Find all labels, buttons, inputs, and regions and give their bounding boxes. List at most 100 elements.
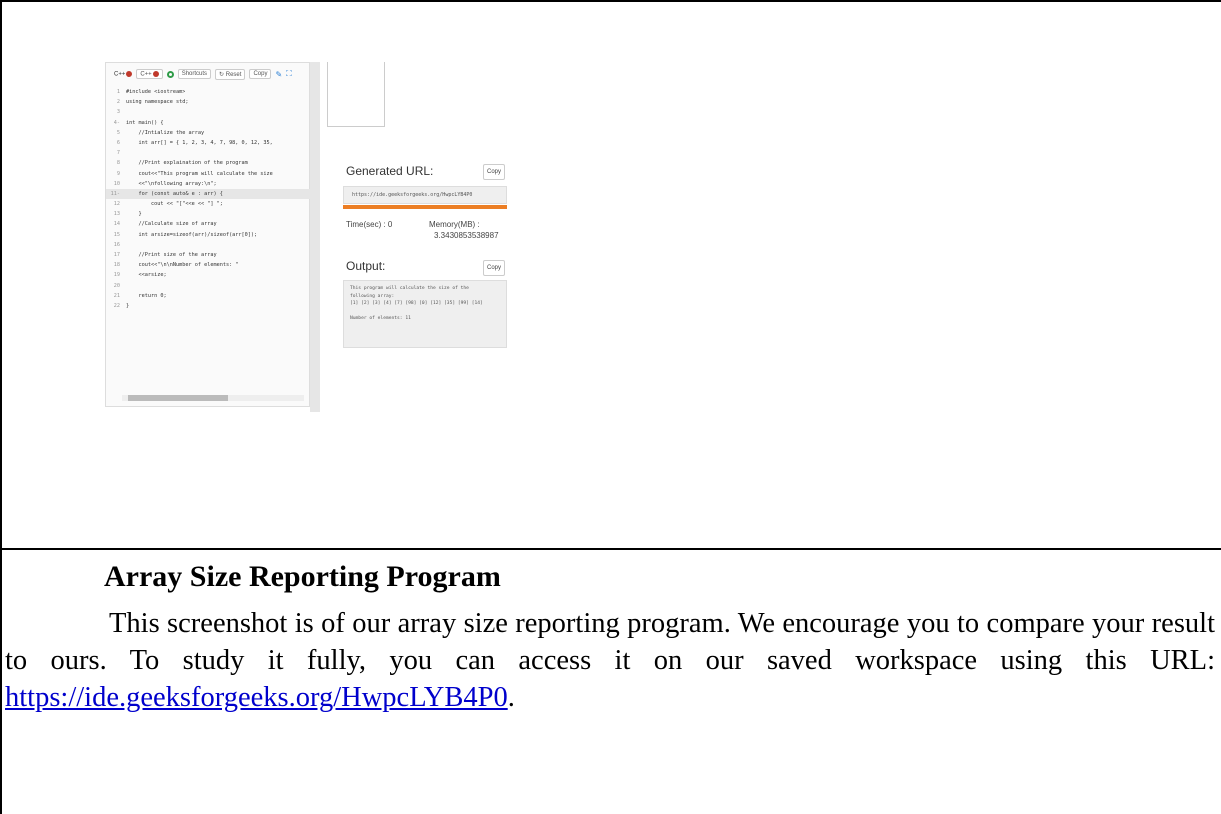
theme-toggle-icon[interactable] [166, 70, 174, 78]
scrollbar-thumb[interactable] [128, 395, 228, 401]
line-number: 19 [113, 272, 120, 279]
line-number: 13 [113, 211, 120, 218]
code-text: #include <iostream> [126, 89, 186, 95]
code-text: //Print size of the array [126, 252, 217, 258]
line-number: 9 [116, 170, 120, 177]
line-number: 4- [113, 119, 120, 126]
caption-text: This screenshot is of our array size rep… [5, 608, 1215, 676]
line-number: 21 [113, 292, 120, 299]
stdin-input[interactable] [327, 62, 385, 127]
horizontal-scrollbar[interactable] [122, 395, 304, 401]
code-text: <<"\nfollowing array:\n"; [126, 180, 217, 187]
generated-url-field[interactable]: https://ide.geeksforgeeks.org/HwpcLYB4P0 [343, 186, 507, 204]
generated-url-label: Generated URL: [346, 164, 434, 178]
table-border-left [0, 0, 2, 814]
code-line: 17 //Print size of the array [106, 250, 311, 260]
code-line: 2 using namespace std; [106, 97, 311, 107]
memory-stat-label: Memory(MB) : [429, 220, 480, 229]
code-text: cout<<"\n\nNumber of elements: " [126, 262, 239, 269]
copy-code-button[interactable]: Copy [249, 69, 272, 79]
code-text: int arr[] = { 1, 2, 3, 4, 7, 98, 0, 12, … [126, 139, 273, 146]
expand-icon[interactable]: ⛶ [286, 69, 292, 79]
line-number: 1 [116, 89, 120, 95]
code-line: 22} [106, 301, 311, 311]
code-editor: C++ C++ Shortcuts ↻ Reset Copy ✎ ⛶ 1 #inc… [105, 62, 311, 407]
code-text: cout << "["<<e << "] "; [126, 201, 223, 208]
code-line: 4- int main() { [106, 118, 311, 128]
code-text: return 0; [126, 292, 167, 299]
copy-url-button[interactable]: Copy [483, 164, 506, 180]
code-text: } [126, 302, 130, 309]
code-line: 3 [106, 107, 311, 117]
output-label: Output: [346, 259, 386, 273]
editor-toolbar: C++ C++ Shortcuts ↻ Reset Copy ✎ ⛶ [106, 63, 311, 85]
code-line: 18 cout<<"\n\nNumber of elements: " [106, 260, 311, 270]
table-row-divider [0, 548, 1221, 550]
line-number: 17 [113, 252, 120, 258]
time-stat: Time(sec) : 0 [346, 220, 393, 229]
code-line: 12 cout << "["<<e << "] "; [106, 199, 311, 209]
code-text: cout<<"This program will calculate the s… [126, 170, 273, 177]
code-line: 5 //Intialize the array [106, 128, 311, 138]
line-number: 5 [116, 129, 120, 136]
line-number: 20 [113, 282, 120, 289]
code-area[interactable]: 1 #include <iostream> 2 using namespace std… [106, 87, 311, 311]
code-line: 9 cout<<"This program will calculate the… [106, 169, 311, 179]
language-label: C++ [114, 71, 126, 78]
line-number: 16 [113, 241, 120, 248]
language-button-label: C++ [140, 71, 152, 78]
reset-label: Reset [225, 71, 242, 78]
shortcuts-button[interactable]: Shortcuts [177, 69, 212, 79]
line-number: 10 [113, 180, 120, 187]
code-line: 19 <<arsize; [106, 270, 311, 280]
code-line: 6 int arr[] = { 1, 2, 3, 4, 7, 98, 0, 12… [106, 138, 311, 148]
code-text: //Calculate size of array [126, 221, 217, 228]
line-number: 8 [116, 160, 120, 167]
code-text: //Print explaination of the program [126, 160, 248, 167]
output-box: This program will calculate the size of … [343, 280, 507, 348]
run-dot-icon [152, 70, 159, 77]
language-button[interactable]: C++ [136, 68, 163, 80]
line-number: 22 [113, 302, 120, 309]
code-line: 10 <<"\nfollowing array:\n"; [106, 179, 311, 189]
language-selector[interactable]: C++ [114, 70, 133, 78]
code-line: 13 } [106, 209, 311, 219]
line-number: 14 [113, 221, 120, 228]
code-line: 16 [106, 240, 311, 250]
progress-bar [343, 205, 507, 209]
reset-button[interactable]: ↻ Reset [215, 68, 246, 80]
run-icon [126, 70, 133, 77]
code-text: for (const auto& e : arr) { [126, 190, 223, 197]
code-text: } [126, 211, 142, 218]
pane-splitter[interactable] [310, 62, 320, 412]
code-line: 8 //Print explaination of the program [106, 158, 311, 168]
code-line: 20 [106, 281, 311, 291]
line-number: 15 [113, 231, 120, 238]
code-line: 11- for (const auto& e : arr) { [106, 188, 311, 200]
table-border-top [0, 0, 1221, 8]
refresh-icon: ↻ [219, 71, 225, 78]
code-text: //Intialize the array [126, 129, 205, 136]
line-number: 18 [113, 262, 120, 269]
workspace-link[interactable]: https://ide.geeksforgeeks.org/HwpcLYB4P0 [5, 682, 508, 713]
caption-body: This screenshot is of our array size rep… [5, 605, 1215, 716]
code-text: int arsize=sizeof(arr)/sizeof(arr[0]); [126, 231, 258, 238]
line-number: 12 [113, 201, 120, 208]
caption-period: . [507, 682, 515, 713]
code-line: 14 //Calculate size of array [106, 219, 311, 229]
code-text: using namespace std; [126, 99, 189, 106]
code-line: 7 [106, 148, 311, 158]
code-line: 15 int arsize=sizeof(arr)/sizeof(arr[0])… [106, 230, 311, 240]
code-text: <<arsize; [126, 272, 167, 279]
line-number: 3 [116, 109, 120, 116]
line-number: 6 [116, 139, 120, 146]
line-number: 11- [110, 190, 120, 197]
code-line: 21 return 0; [106, 291, 311, 301]
code-text: int main() { [126, 119, 164, 126]
ide-screenshot: C++ C++ Shortcuts ↻ Reset Copy ✎ ⛶ 1 #inc… [105, 62, 515, 412]
memory-stat-value: 3.3430853538987 [434, 231, 499, 240]
caption-title: Array Size Reporting Program [104, 560, 501, 593]
line-number: 2 [116, 99, 120, 106]
copy-output-button[interactable]: Copy [483, 260, 506, 276]
pencil-icon[interactable]: ✎ [275, 70, 282, 79]
